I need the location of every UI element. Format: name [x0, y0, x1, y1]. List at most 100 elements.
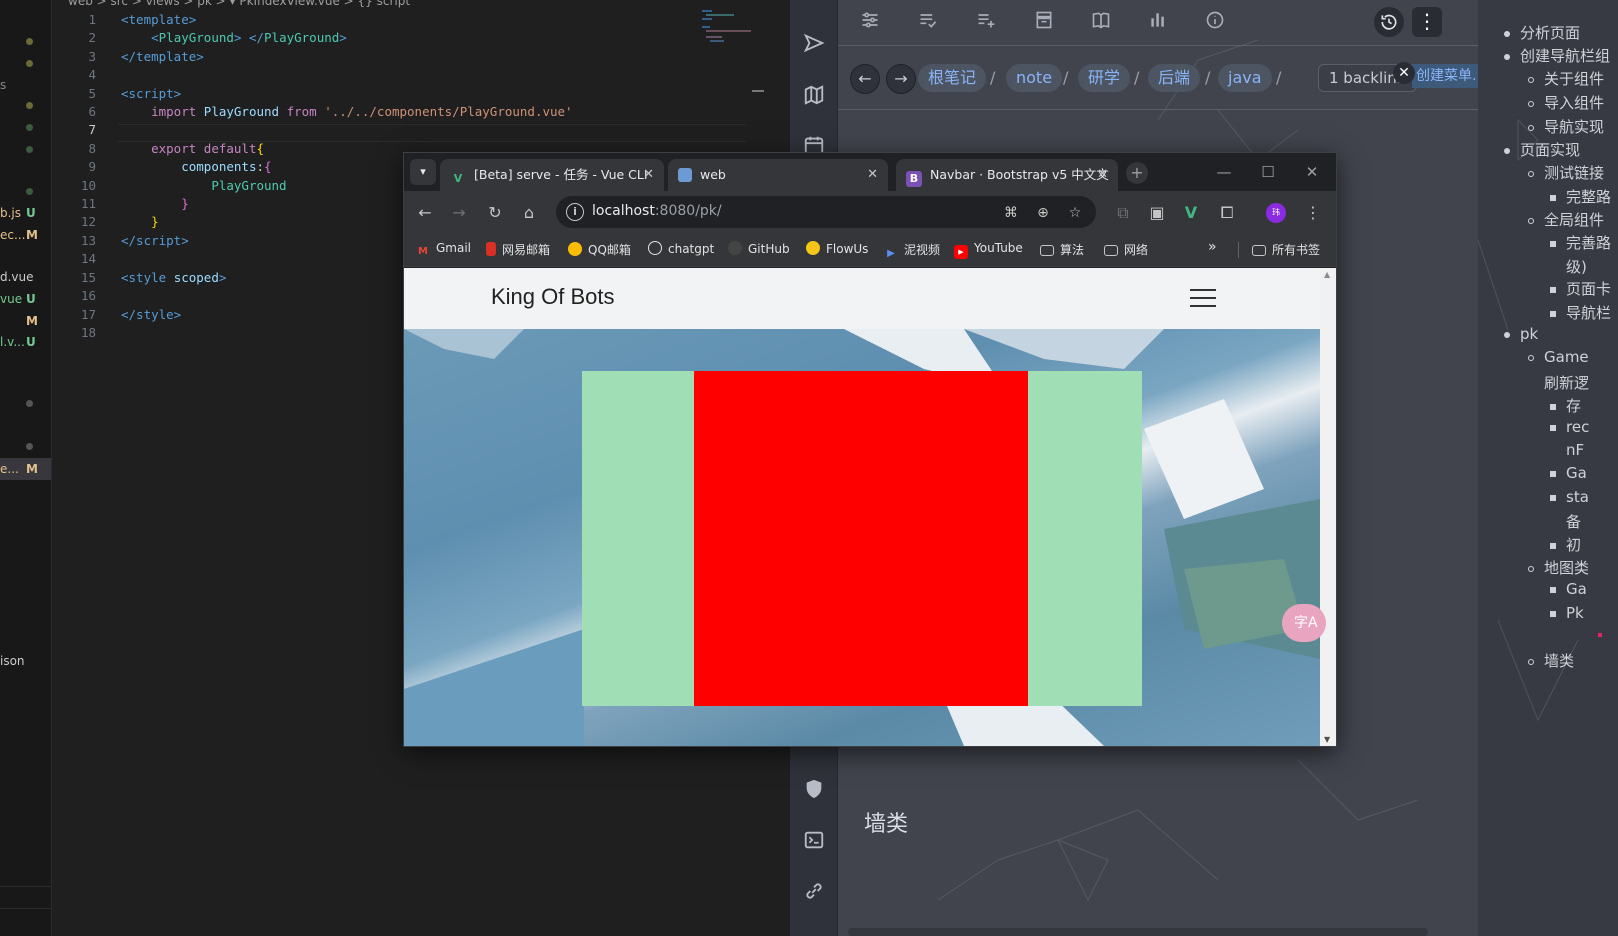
extensions-puzzle-icon[interactable]: ⧠	[1214, 200, 1240, 226]
note-title-tab[interactable]: 创建菜单...	[1412, 64, 1478, 88]
vue-devtools-icon[interactable]: V	[1178, 200, 1204, 226]
forward-icon[interactable]: →	[446, 200, 472, 226]
outline-item[interactable]: 级)	[1566, 256, 1587, 277]
code-line-15[interactable]: <style scoped>	[121, 270, 226, 285]
outline-item[interactable]: Ga	[1550, 580, 1587, 598]
terminal-icon[interactable]	[802, 829, 826, 853]
explorer-file-item[interactable]: e...	[0, 462, 19, 476]
address-bar[interactable]: i localhost:8080/pk/ ⌘ ⊕ ☆	[556, 196, 1096, 228]
outline-item[interactable]: 页面卡	[1550, 278, 1611, 299]
code-line-13[interactable]: </script>	[121, 233, 189, 248]
close-tab-icon[interactable]: ✕	[643, 159, 654, 191]
code-line-8[interactable]: export default{	[121, 141, 264, 156]
outline-item[interactable]: 墙类	[1528, 650, 1574, 671]
close-icon[interactable]: ✕	[1393, 62, 1415, 84]
scroll-up-icon[interactable]: ▲	[1324, 270, 1330, 279]
book-icon[interactable]	[1089, 10, 1113, 34]
bookmark-gmail[interactable]: M Gmail	[416, 241, 471, 259]
bookmark-chatgpt[interactable]: chatgpt	[648, 241, 714, 256]
outline-item[interactable]: 刷新逻	[1544, 372, 1589, 393]
code-line-6[interactable]: import PlayGround from '../../components…	[121, 104, 572, 119]
all-bookmarks-folder[interactable]: 所有书签	[1252, 241, 1320, 258]
tab-search-icon[interactable]: ▾	[410, 159, 436, 185]
translate-fab[interactable]: 字A	[1282, 604, 1326, 642]
outline-item[interactable]: Ga	[1550, 464, 1587, 482]
page-scrollbar[interactable]: ▲ ▼	[1320, 268, 1336, 746]
outline-item[interactable]: 地图类	[1528, 557, 1589, 578]
link-icon[interactable]	[802, 880, 826, 904]
outline-item[interactable]: 测试链接	[1528, 162, 1604, 183]
history-icon[interactable]	[1374, 7, 1404, 37]
outline-item[interactable]: 完整路	[1550, 186, 1611, 207]
info-icon[interactable]	[1203, 10, 1227, 34]
editor-breadcrumb[interactable]: web > src > views > pk > ▾ PkIndexView.v…	[68, 0, 410, 8]
outline-item[interactable]: 创建导航栏组	[1504, 45, 1610, 66]
home-icon[interactable]: ⌂	[516, 200, 542, 226]
site-info-icon[interactable]: i	[566, 203, 584, 221]
bookmark-163[interactable]: 网易邮箱	[486, 241, 550, 258]
bookmark-flowus[interactable]: FlowUs	[806, 241, 868, 256]
bar-chart-icon[interactable]	[1146, 10, 1170, 34]
send-icon[interactable]	[802, 32, 826, 56]
bookmark-github[interactable]: GitHub	[728, 241, 790, 256]
page-viewport[interactable]: King Of Bots ▲ ▼ 字A	[404, 268, 1336, 746]
outline-item[interactable]: 关于组件	[1528, 68, 1604, 89]
outline-item[interactable]: 存	[1550, 395, 1581, 416]
extension-icon[interactable]: ▣	[1144, 200, 1170, 226]
back-arrow-icon[interactable]: ←	[850, 64, 880, 94]
outline-item[interactable]: pk	[1504, 325, 1538, 343]
checklist-icon[interactable]	[916, 10, 940, 34]
explorer-file-item[interactable]: ec...	[0, 228, 25, 242]
outline-item[interactable]: 导航实现	[1528, 116, 1604, 137]
code-line-2[interactable]: <PlayGround> </PlayGround>	[121, 30, 347, 45]
breadcrumb-item[interactable]: 根笔记	[918, 64, 987, 92]
breadcrumb-item[interactable]: java	[1218, 64, 1272, 92]
close-tab-icon[interactable]: ✕	[867, 159, 878, 191]
code-line-11[interactable]: }	[121, 196, 189, 211]
code-line-17[interactable]: </style>	[121, 307, 181, 322]
outline-item[interactable]: sta	[1550, 488, 1589, 506]
code-line-9[interactable]: components:{	[121, 159, 271, 174]
bookmark-folder-network[interactable]: 网络	[1104, 241, 1148, 258]
code-line-3[interactable]: </template>	[121, 49, 204, 64]
close-window-icon[interactable]: ✕	[1290, 153, 1334, 191]
add-list-icon[interactable]	[974, 10, 998, 34]
editor-minimap[interactable]	[702, 8, 772, 48]
explorer-file-item[interactable]: ison	[0, 654, 25, 668]
explorer-item-partial[interactable]: s	[0, 78, 6, 92]
shield-icon[interactable]	[802, 778, 826, 802]
outline-item[interactable]: 导入组件	[1528, 92, 1604, 113]
menu-kebab-icon[interactable]: ⋮	[1300, 200, 1326, 226]
maximize-icon[interactable]: ☐	[1246, 153, 1290, 191]
outline-item[interactable]: 全局组件	[1528, 209, 1604, 230]
bookmarks-overflow-icon[interactable]: »	[1208, 239, 1217, 255]
extension-icon[interactable]: ⧉	[1110, 200, 1136, 226]
horizontal-scrollbar[interactable]	[848, 928, 1428, 936]
outline-item[interactable]: 分析页面	[1504, 22, 1580, 43]
breadcrumb-item[interactable]: 研学	[1078, 64, 1131, 92]
bookmark-nishipin[interactable]: ▶ 泥视频	[884, 241, 940, 261]
reload-icon[interactable]: ↻	[482, 200, 508, 226]
code-line-10[interactable]: PlayGround	[121, 178, 286, 193]
profile-avatar[interactable]: 玮	[1266, 203, 1286, 223]
translate-icon[interactable]: ⌘	[1000, 202, 1022, 224]
explorer-file-item[interactable]: b.js	[0, 206, 21, 220]
scroll-down-icon[interactable]: ▼	[1324, 735, 1330, 744]
zoom-icon[interactable]: ⊕	[1032, 202, 1054, 224]
outline-item[interactable]: Pk	[1550, 604, 1584, 622]
breadcrumb-item[interactable]: note	[1006, 64, 1063, 92]
bookmark-star-icon[interactable]: ☆	[1064, 202, 1086, 224]
code-line-12[interactable]: }	[121, 214, 159, 229]
bookmark-folder-algo[interactable]: 算法	[1040, 241, 1084, 258]
tab-bootstrap[interactable]: B Navbar · Bootstrap v5 中文文 ✕	[896, 159, 1118, 191]
new-tab-icon[interactable]: +	[1126, 162, 1148, 184]
outline-item[interactable]: Game	[1528, 348, 1589, 366]
explorer-file-item[interactable]: d.vue	[0, 270, 34, 284]
tab-web[interactable]: web ✕	[668, 159, 888, 191]
minimize-icon[interactable]: —	[1202, 153, 1246, 191]
more-options-icon[interactable]: ⋮	[1412, 7, 1442, 37]
bookmark-youtube[interactable]: ▶ YouTube	[954, 241, 1023, 259]
explorer-file-item[interactable]: l.v...	[0, 335, 25, 349]
map-icon[interactable]	[802, 84, 826, 108]
navbar-brand[interactable]: King Of Bots	[491, 284, 615, 310]
